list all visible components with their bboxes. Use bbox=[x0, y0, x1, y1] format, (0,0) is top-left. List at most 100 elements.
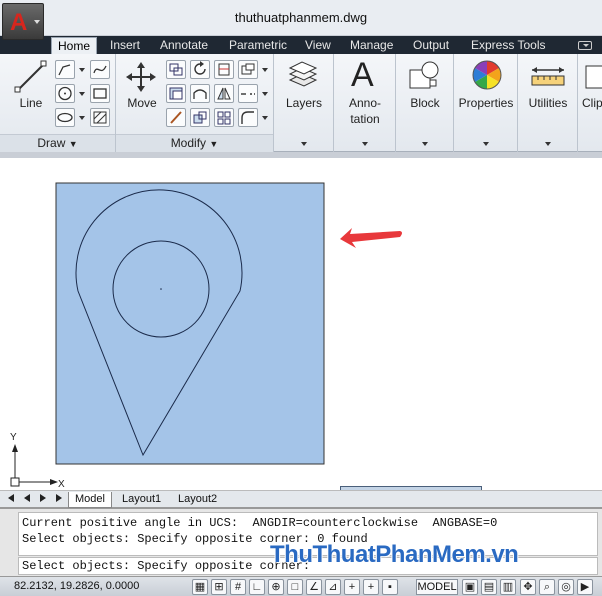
infer-constraints-icon[interactable]: ▦ bbox=[192, 579, 208, 595]
annotation-panel[interactable]: A Anno- tation bbox=[334, 54, 396, 152]
chevron-down-icon[interactable] bbox=[262, 92, 268, 96]
circle-tool-icon[interactable] bbox=[55, 84, 75, 103]
layers-label: Layers bbox=[285, 96, 323, 110]
ortho-mode-icon[interactable]: ∟ bbox=[249, 579, 265, 595]
draw-panel-title[interactable]: Draw ▼ bbox=[0, 134, 115, 152]
array-tool-icon[interactable] bbox=[214, 108, 234, 127]
chevron-down-icon[interactable] bbox=[79, 92, 85, 96]
block-label: Block bbox=[410, 96, 440, 110]
last-layout-icon[interactable] bbox=[56, 494, 62, 502]
line-tool-icon[interactable] bbox=[14, 60, 48, 94]
model-space-button[interactable]: MODEL bbox=[416, 579, 458, 595]
autocad-window: thuthuatphanmem.dwg A Home Insert Annota… bbox=[0, 0, 602, 596]
snap-mode-icon[interactable]: ⊞ bbox=[211, 579, 227, 595]
measure-ruler-icon bbox=[531, 67, 565, 86]
utilities-panel[interactable]: Utilities bbox=[518, 54, 578, 152]
trim-tool-icon[interactable] bbox=[214, 60, 234, 79]
first-layout-icon[interactable] bbox=[8, 494, 14, 502]
properties-panel[interactable]: Properties bbox=[454, 54, 518, 152]
cursor-coordinates: 82.2132, 19.2826, 0.0000 bbox=[14, 580, 140, 592]
chevron-down-icon: ▼ bbox=[68, 139, 78, 149]
quick-properties-icon[interactable]: ▪ bbox=[382, 579, 398, 595]
tab-manage[interactable]: Manage bbox=[350, 38, 393, 52]
copy-tool-icon[interactable] bbox=[166, 60, 186, 79]
ellipse-tool-icon[interactable] bbox=[55, 108, 75, 127]
chevron-down-icon bbox=[422, 142, 428, 146]
quick-view-drawings-icon[interactable]: ▤ bbox=[481, 579, 497, 595]
rotate-tool-icon[interactable] bbox=[190, 60, 210, 79]
chevron-down-icon[interactable] bbox=[262, 68, 268, 72]
mirror-tool-icon[interactable] bbox=[166, 84, 186, 103]
tab-view[interactable]: View bbox=[305, 38, 331, 52]
modify-panel: Move Modify ▼ bbox=[116, 54, 274, 152]
ucs-origin-icon bbox=[10, 477, 20, 487]
tab-layout1[interactable]: Layout1 bbox=[116, 492, 167, 508]
utilities-label: Utilities bbox=[528, 96, 568, 110]
fillet-tool-icon[interactable] bbox=[238, 108, 258, 127]
polar-tracking-icon[interactable]: ⊕ bbox=[268, 579, 284, 595]
showmotion-icon[interactable]: ▶ bbox=[577, 579, 593, 595]
pan-icon[interactable]: ✥ bbox=[520, 579, 536, 595]
layout-tab-strip: Model Layout1 Layout2 bbox=[0, 490, 602, 508]
quick-view-layouts-icon[interactable]: ▣ bbox=[462, 579, 478, 595]
minimize-ribbon-icon[interactable] bbox=[578, 41, 592, 50]
polyline-icon[interactable] bbox=[55, 60, 75, 79]
move-tool-label[interactable]: Move bbox=[122, 96, 162, 110]
modify-panel-title[interactable]: Modify ▼ bbox=[116, 134, 273, 152]
move-tool-icon[interactable] bbox=[126, 62, 156, 92]
tab-home[interactable]: Home bbox=[51, 37, 98, 54]
ucs-y-label: Y bbox=[10, 432, 17, 443]
previous-layout-icon[interactable] bbox=[24, 494, 30, 502]
rectangle-tool-icon[interactable] bbox=[90, 84, 110, 103]
stretch-tool-icon[interactable] bbox=[190, 84, 210, 103]
clipboard-panel[interactable]: Clip bbox=[578, 54, 602, 152]
object-snap-icon[interactable]: □ bbox=[287, 579, 303, 595]
tab-annotate[interactable]: Annotate bbox=[160, 38, 208, 52]
application-menu-button[interactable]: A bbox=[2, 3, 44, 40]
annotation-label-line1: Anno- bbox=[348, 96, 382, 110]
erase-tool-icon[interactable] bbox=[238, 60, 258, 79]
dynamic-ucs-icon[interactable]: ⊿ bbox=[325, 579, 341, 595]
tab-layout2[interactable]: Layout2 bbox=[172, 492, 223, 508]
clipboard-icon bbox=[585, 65, 602, 89]
line-tool-label[interactable]: Line bbox=[14, 96, 48, 110]
drawing-svg bbox=[10, 182, 402, 487]
spline-icon[interactable] bbox=[90, 60, 110, 79]
grid-display-icon[interactable]: # bbox=[230, 579, 246, 595]
layers-panel[interactable]: Layers bbox=[274, 54, 334, 152]
autocad-logo-icon: A bbox=[10, 9, 28, 36]
lineweight-icon[interactable]: + bbox=[363, 579, 379, 595]
block-icon bbox=[409, 61, 439, 89]
text-annotation-icon: A bbox=[351, 56, 374, 94]
selection-window bbox=[55, 182, 325, 465]
pin-center-point bbox=[160, 288, 162, 290]
properties-color-wheel-icon bbox=[472, 60, 502, 90]
break-tool-icon[interactable] bbox=[238, 84, 258, 103]
block-panel[interactable]: Block bbox=[396, 54, 454, 152]
ucs-x-arrow-icon bbox=[50, 479, 58, 485]
chevron-down-icon[interactable] bbox=[79, 68, 85, 72]
scale-tool-icon[interactable] bbox=[190, 108, 210, 127]
ribbon-tab-bar: Home Insert Annotate Parametric View Man… bbox=[0, 36, 602, 54]
chevron-down-icon[interactable] bbox=[79, 116, 85, 120]
title-bar: thuthuatphanmem.dwg bbox=[0, 0, 602, 36]
tab-model[interactable]: Model bbox=[68, 492, 112, 508]
chevron-down-icon bbox=[545, 142, 551, 146]
chevron-down-icon[interactable] bbox=[262, 116, 268, 120]
tab-parametric[interactable]: Parametric bbox=[229, 38, 287, 52]
chevron-down-icon bbox=[34, 20, 40, 24]
tab-insert[interactable]: Insert bbox=[110, 38, 140, 52]
chevron-down-icon bbox=[483, 142, 489, 146]
dynamic-input-icon[interactable]: + bbox=[344, 579, 360, 595]
next-layout-icon[interactable] bbox=[40, 494, 46, 502]
snap-tracking-icon[interactable]: ∠ bbox=[306, 579, 322, 595]
mirror-icon[interactable] bbox=[214, 84, 234, 103]
drawing-area[interactable]: Y X Specify opposite corner: bbox=[0, 152, 602, 504]
zoom-icon[interactable]: ⌕ bbox=[539, 579, 555, 595]
hatch-tool-icon[interactable] bbox=[90, 108, 110, 127]
tab-express-tools[interactable]: Express Tools bbox=[471, 38, 545, 52]
tab-output[interactable]: Output bbox=[413, 38, 449, 52]
steering-wheel-icon[interactable]: ◎ bbox=[558, 579, 574, 595]
offset-tool-icon[interactable] bbox=[166, 108, 186, 127]
drawing-icon[interactable]: ▥ bbox=[500, 579, 516, 595]
